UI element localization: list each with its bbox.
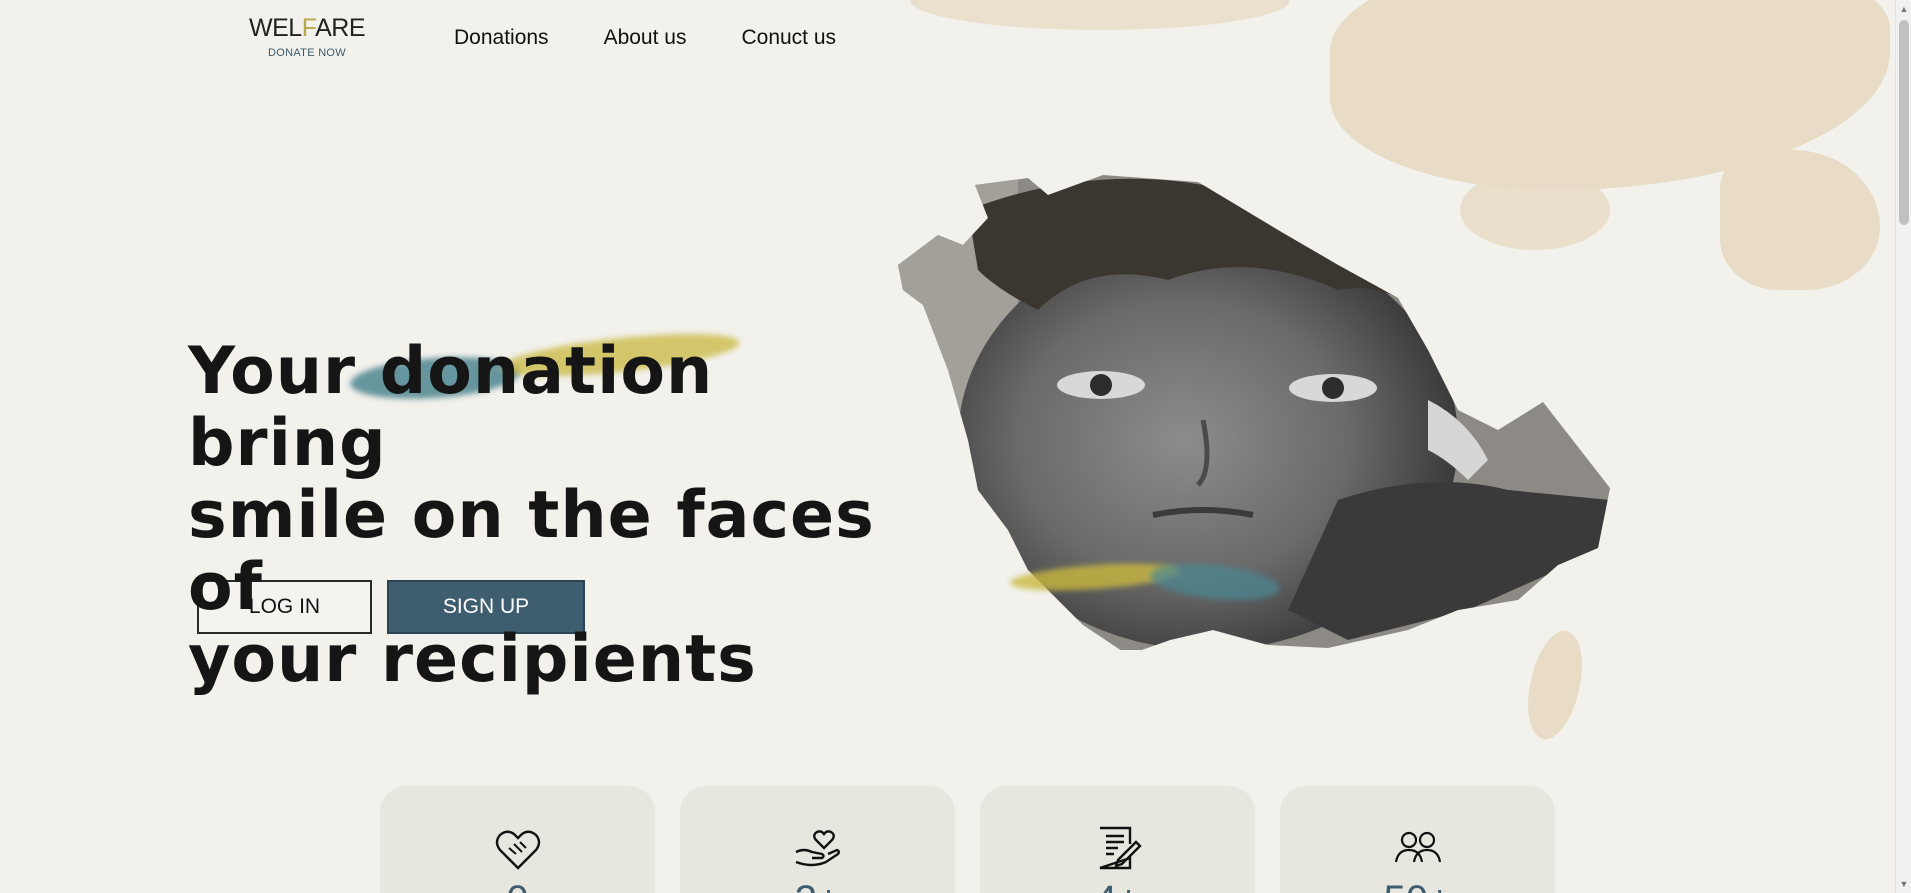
stat-value: 0 [506, 880, 528, 893]
people-icon [1394, 831, 1441, 863]
logo-subtitle: DONATE NOW [268, 47, 346, 59]
scroll-up-arrow-icon[interactable]: ▲ [1899, 4, 1909, 14]
scrollbar-thumb[interactable] [1899, 20, 1909, 225]
document-edit-icon [1099, 826, 1142, 870]
nav-about-us[interactable]: About us [604, 26, 687, 50]
stat-value: 3+ [795, 880, 841, 893]
stat-card-people: 50+ [1280, 786, 1555, 893]
map-landmass-europe [910, 0, 1290, 30]
hero-title-line-2: smile on the faces of [188, 478, 875, 625]
stats-cards: 0 3+ 4+ 50+ [380, 786, 1555, 893]
stat-card-donations: 0 [380, 786, 655, 893]
stat-card-documents: 4+ [980, 786, 1255, 893]
hero-child-portrait-image [898, 175, 1610, 650]
hero-title-line-3: your recipients [188, 622, 757, 697]
hero-title: Your donation bring smile on the faces o… [188, 336, 888, 696]
hero-title-line-1: Your donation bring [188, 334, 714, 481]
stat-value: 4+ [1095, 880, 1141, 893]
nav-donations[interactable]: Donations [454, 26, 549, 50]
logo[interactable]: WELFARE DONATE NOW [249, 14, 365, 59]
stat-value: 50+ [1384, 880, 1452, 893]
nav-contact-us[interactable]: Conuct us [741, 26, 836, 50]
vertical-scrollbar[interactable]: ▲ ▼ [1895, 0, 1911, 893]
main-nav: Donations About us Conuct us [454, 26, 836, 50]
hand-heart-icon [794, 830, 840, 867]
logo-text: WELFARE [249, 14, 365, 42]
heart-hands-icon [495, 830, 540, 870]
stat-card-charity: 3+ [680, 786, 955, 893]
scroll-down-arrow-icon[interactable]: ▼ [1899, 879, 1909, 889]
